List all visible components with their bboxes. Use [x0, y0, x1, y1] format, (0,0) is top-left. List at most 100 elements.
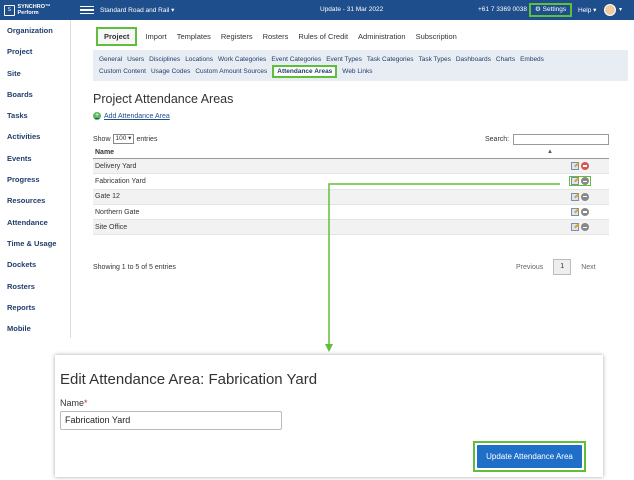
main-content: Project Import Templates Registers Roste…: [71, 20, 634, 338]
tab-subscription[interactable]: Subscription: [414, 29, 459, 44]
row-actions: [571, 162, 589, 171]
app-logo[interactable]: S SYNCHRO™ Perform: [0, 0, 70, 20]
entries-length: Show 100 ▾ entries: [93, 134, 157, 144]
subnav-usage-codes[interactable]: Usage Codes: [151, 68, 190, 75]
sidebar-item-rosters[interactable]: Rosters: [0, 276, 70, 297]
settings-tabs: Project Import Templates Registers Roste…: [96, 27, 465, 46]
row-actions: [571, 223, 589, 232]
avatar[interactable]: [604, 4, 616, 16]
subnav-general[interactable]: General: [99, 56, 122, 63]
delete-icon[interactable]: [581, 208, 589, 217]
subnav-disciplines[interactable]: Disciplines: [149, 56, 180, 63]
tab-registers[interactable]: Registers: [219, 29, 255, 44]
subnav-locations[interactable]: Locations: [185, 56, 213, 63]
phone-number: +61 7 3369 0038: [478, 6, 527, 13]
hamburger-menu-icon[interactable]: [80, 4, 94, 17]
sidebar-item-site[interactable]: Site: [0, 63, 70, 84]
sidebar-item-organization[interactable]: Organization: [0, 20, 70, 41]
edit-icon[interactable]: [571, 208, 579, 217]
tab-import[interactable]: Import: [143, 29, 168, 44]
add-link-label: Add Attendance Area: [104, 112, 170, 120]
required-mark: *: [84, 398, 88, 408]
row-actions: [571, 208, 589, 217]
logo-text: SYNCHRO™ Perform: [17, 4, 51, 16]
pagination: Previous 1 Next: [516, 259, 596, 275]
sidebar-item-time-usage[interactable]: Time & Usage: [0, 233, 70, 254]
subnav-web-links[interactable]: Web Links: [342, 68, 372, 75]
next-button[interactable]: Next: [581, 264, 595, 271]
project-selector[interactable]: Standard Road and Rail ▾: [100, 6, 220, 14]
delete-icon[interactable]: [581, 192, 589, 201]
row-name: Fabrication Yard: [95, 177, 146, 185]
help-menu[interactable]: Help ▾: [578, 6, 596, 14]
delete-icon[interactable]: [581, 162, 589, 171]
name-label-text: Name: [60, 398, 85, 408]
top-bar: S SYNCHRO™ Perform Standard Road and Rai…: [0, 0, 634, 20]
row-name: Site Office: [95, 223, 128, 231]
subnav-dashboards[interactable]: Dashboards: [456, 56, 491, 63]
subnav-custom-amount-sources[interactable]: Custom Amount Sources: [195, 68, 267, 75]
table-row: Northern Gate: [93, 205, 609, 221]
delete-icon[interactable]: [581, 223, 589, 232]
edit-icon[interactable]: [571, 223, 579, 232]
tab-administration[interactable]: Administration: [356, 29, 408, 44]
sidebar-item-boards[interactable]: Boards: [0, 84, 70, 105]
table-row: Fabrication Yard: [93, 174, 609, 190]
tab-project[interactable]: Project: [96, 27, 138, 46]
subnav-charts[interactable]: Charts: [496, 56, 515, 63]
name-label: Name*: [60, 398, 88, 408]
subnav-custom-content[interactable]: Custom Content: [99, 68, 146, 75]
tab-rosters[interactable]: Rosters: [261, 29, 291, 44]
search-input[interactable]: [513, 134, 610, 145]
table-row: Gate 12: [93, 189, 609, 205]
sort-asc-icon[interactable]: ▲: [547, 149, 553, 155]
row-actions: [569, 176, 591, 187]
sidebar-item-resources[interactable]: Resources: [0, 190, 70, 211]
show-label: Show: [93, 135, 111, 143]
sidebar: Organization Project Site Boards Tasks A…: [0, 20, 71, 338]
tab-templates[interactable]: Templates: [175, 29, 213, 44]
sidebar-item-attendance[interactable]: Attendance: [0, 212, 70, 233]
sidebar-item-activities[interactable]: Activities: [0, 126, 70, 147]
add-attendance-area-link[interactable]: + Add Attendance Area: [93, 112, 170, 120]
subnav-event-categories[interactable]: Event Categories: [271, 56, 321, 63]
subnav-task-types[interactable]: Task Types: [418, 56, 450, 63]
previous-button[interactable]: Previous: [516, 264, 543, 271]
subnav-embeds[interactable]: Embeds: [520, 56, 544, 63]
table-info: Showing 1 to 5 of 5 entries: [93, 264, 176, 271]
name-field[interactable]: Fabrication Yard: [60, 411, 282, 430]
sidebar-item-dockets[interactable]: Dockets: [0, 254, 70, 275]
subnav-task-categories[interactable]: Task Categories: [367, 56, 414, 63]
tab-rules-of-credit[interactable]: Rules of Credit: [296, 29, 350, 44]
subnav-attendance-areas[interactable]: Attendance Areas: [272, 64, 338, 78]
attendance-areas-table: Name ▲ Delivery Yard Fabrication Yard Ga…: [93, 146, 609, 236]
search-label: Search:: [485, 136, 510, 143]
edit-icon[interactable]: [571, 177, 579, 186]
edit-icon[interactable]: [571, 192, 579, 201]
sidebar-item-project[interactable]: Project: [0, 41, 70, 62]
page-title: Project Attendance Areas: [93, 92, 234, 106]
page-button[interactable]: 1: [553, 259, 572, 275]
sidebar-item-events[interactable]: Events: [0, 148, 70, 169]
update-attendance-area-button[interactable]: Update Attendance Area: [477, 445, 582, 468]
chevron-down-icon[interactable]: ▾: [619, 6, 622, 13]
table-header[interactable]: Name ▲: [93, 146, 609, 159]
edit-icon[interactable]: [571, 162, 579, 171]
subnav-work-categories[interactable]: Work Categories: [218, 56, 266, 63]
sidebar-item-tasks[interactable]: Tasks: [0, 105, 70, 126]
sidebar-item-mobile[interactable]: Mobile: [0, 318, 70, 339]
update-button-highlight: Update Attendance Area: [473, 441, 586, 472]
entries-select[interactable]: 100 ▾: [112, 134, 135, 144]
subnav-event-types[interactable]: Event Types: [326, 56, 362, 63]
settings-button[interactable]: ⚙ Settings: [529, 3, 573, 17]
plus-icon: +: [93, 112, 101, 120]
table-row: Site Office: [93, 220, 609, 236]
sidebar-item-progress[interactable]: Progress: [0, 169, 70, 190]
edit-title: Edit Attendance Area: Fabrication Yard: [60, 371, 318, 388]
subnav-users[interactable]: Users: [127, 56, 144, 63]
name-column-header[interactable]: Name: [95, 149, 114, 156]
table-row: Delivery Yard: [93, 159, 609, 175]
row-name: Gate 12: [95, 193, 120, 201]
delete-icon[interactable]: [581, 177, 589, 186]
sidebar-item-reports[interactable]: Reports: [0, 297, 70, 318]
